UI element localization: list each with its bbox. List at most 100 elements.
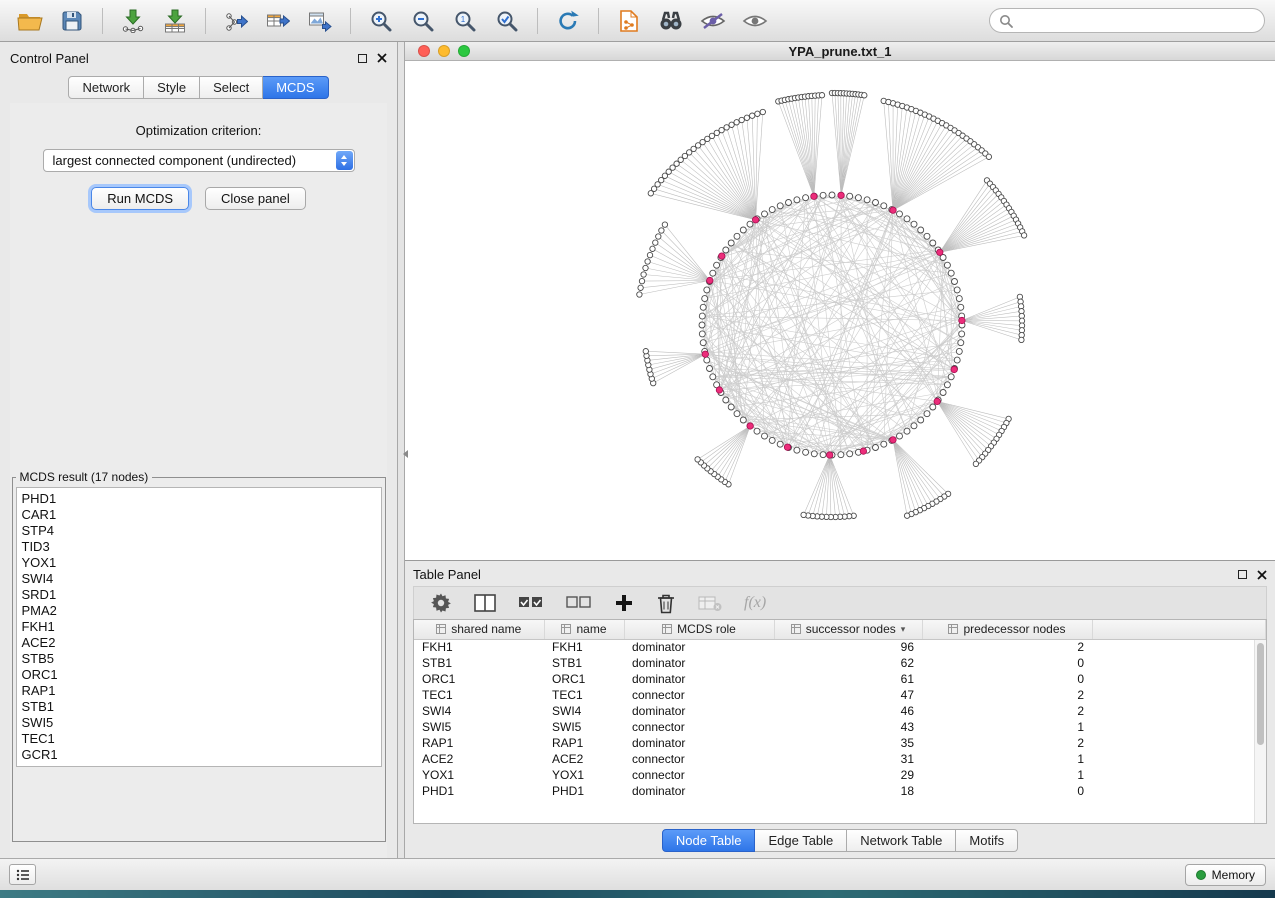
table-cell[interactable]: 47	[774, 687, 922, 703]
select-all-icon[interactable]	[518, 594, 544, 612]
tab-style[interactable]: Style	[144, 76, 200, 99]
table-cell[interactable]: PHD1	[414, 783, 544, 799]
mcds-result-item[interactable]: SWI4	[22, 571, 376, 587]
mcds-result-item[interactable]: CAR1	[22, 507, 376, 523]
table-cell[interactable]: connector	[624, 751, 774, 767]
table-tab-motifs[interactable]: Motifs	[956, 829, 1018, 852]
column-header-shared-name[interactable]: shared name	[414, 620, 544, 639]
run-mcds-button[interactable]: Run MCDS	[91, 187, 189, 210]
mcds-result-item[interactable]: YOX1	[22, 555, 376, 571]
float-panel-icon[interactable]	[358, 54, 367, 63]
table-cell[interactable]: connector	[624, 767, 774, 783]
table-cell[interactable]: 2	[922, 703, 1092, 719]
memory-button[interactable]: Memory	[1185, 864, 1266, 886]
table-scrollbar-thumb[interactable]	[1257, 643, 1264, 745]
table-row[interactable]: ORC1ORC1dominator610	[414, 671, 1266, 687]
table-row[interactable]: RAP1RAP1dominator352	[414, 735, 1266, 751]
table-cell[interactable]: connector	[624, 719, 774, 735]
table-cell[interactable]: 35	[774, 735, 922, 751]
tab-mcds[interactable]: MCDS	[263, 76, 328, 99]
panel-splitter[interactable]	[398, 42, 405, 858]
mcds-result-item[interactable]: TEC1	[22, 731, 376, 747]
table-cell[interactable]: 61	[774, 671, 922, 687]
table-cell[interactable]: 1	[922, 751, 1092, 767]
close-window-icon[interactable]	[418, 45, 430, 57]
mcds-result-item[interactable]: RAP1	[22, 683, 376, 699]
table-tab-network-table[interactable]: Network Table	[847, 829, 956, 852]
table-cell[interactable]: TEC1	[414, 687, 544, 703]
table-cell[interactable]: 2	[922, 639, 1092, 655]
table-cell[interactable]: 31	[774, 751, 922, 767]
column-header-name[interactable]: name	[544, 620, 624, 639]
table-row[interactable]: SWI5SWI5connector431	[414, 719, 1266, 735]
table-cell[interactable]: dominator	[624, 783, 774, 799]
table-cell[interactable]: ACE2	[544, 751, 624, 767]
table-cell[interactable]: 29	[774, 767, 922, 783]
table-cell[interactable]: ORC1	[414, 671, 544, 687]
table-cell[interactable]: dominator	[624, 671, 774, 687]
table-cell[interactable]: YOX1	[414, 767, 544, 783]
delete-column-icon[interactable]	[656, 592, 676, 614]
table-row[interactable]: STB1STB1dominator620	[414, 655, 1266, 671]
mcds-result-list[interactable]: PHD1CAR1STP4TID3YOX1SWI4SRD1PMA2FKH1ACE2…	[16, 487, 382, 767]
table-tab-edge-table[interactable]: Edge Table	[755, 829, 847, 852]
table-cell[interactable]: PHD1	[544, 783, 624, 799]
table-cell[interactable]: dominator	[624, 735, 774, 751]
column-header-MCDS-role[interactable]: MCDS role	[624, 620, 774, 639]
tab-network[interactable]: Network	[68, 76, 144, 99]
mcds-result-item[interactable]: PMA2	[22, 603, 376, 619]
table-cell[interactable]: 96	[774, 639, 922, 655]
table-cell[interactable]: 1	[922, 719, 1092, 735]
close-table-panel-icon[interactable]	[1257, 570, 1267, 580]
table-cell[interactable]: dominator	[624, 703, 774, 719]
table-cell[interactable]: 0	[922, 655, 1092, 671]
table-cell[interactable]: STB1	[544, 655, 624, 671]
column-header-predecessor-nodes[interactable]: predecessor nodes	[922, 620, 1092, 639]
mcds-result-item[interactable]: ORC1	[22, 667, 376, 683]
mcds-result-item[interactable]: SWI5	[22, 715, 376, 731]
table-cell[interactable]: STB1	[414, 655, 544, 671]
export-image-button[interactable]	[300, 4, 340, 38]
mcds-result-item[interactable]: SRD1	[22, 587, 376, 603]
float-table-panel-icon[interactable]	[1238, 570, 1247, 579]
table-cell[interactable]: YOX1	[544, 767, 624, 783]
table-cell[interactable]: 2	[922, 735, 1092, 751]
table-row[interactable]: YOX1YOX1connector291	[414, 767, 1266, 783]
table-cell[interactable]: SWI4	[544, 703, 624, 719]
table-cell[interactable]: dominator	[624, 655, 774, 671]
export-table-button[interactable]	[258, 4, 298, 38]
show-columns-icon[interactable]	[474, 593, 496, 613]
table-row[interactable]: SWI4SWI4dominator462	[414, 703, 1266, 719]
close-panel-icon[interactable]	[377, 53, 387, 63]
table-cell[interactable]: 1	[922, 767, 1092, 783]
share-network-button[interactable]	[609, 4, 649, 38]
table-cell[interactable]: SWI5	[414, 719, 544, 735]
zoom-out-button[interactable]	[403, 4, 443, 38]
table-cell[interactable]: TEC1	[544, 687, 624, 703]
import-network-button[interactable]	[113, 4, 153, 38]
mcds-result-item[interactable]: STP4	[22, 523, 376, 539]
mcds-result-item[interactable]: PHD1	[22, 491, 376, 507]
status-menu-button[interactable]	[9, 864, 36, 885]
mcds-result-item[interactable]: TID3	[22, 539, 376, 555]
table-cell[interactable]: 18	[774, 783, 922, 799]
save-button[interactable]	[52, 4, 92, 38]
tab-select[interactable]: Select	[200, 76, 263, 99]
close-panel-button[interactable]: Close panel	[205, 187, 306, 210]
table-cell[interactable]: ACE2	[414, 751, 544, 767]
refresh-button[interactable]	[548, 4, 588, 38]
table-cell[interactable]: 46	[774, 703, 922, 719]
mcds-result-item[interactable]: ACE2	[22, 635, 376, 651]
table-cell[interactable]: RAP1	[414, 735, 544, 751]
mcds-result-item[interactable]: GCR1	[22, 747, 376, 763]
zoom-actual-button[interactable]: 1	[445, 4, 485, 38]
table-scrollbar[interactable]	[1254, 640, 1266, 823]
table-cell[interactable]: SWI4	[414, 703, 544, 719]
table-row[interactable]: TEC1TEC1connector472	[414, 687, 1266, 703]
open-button[interactable]	[10, 4, 50, 38]
deselect-all-icon[interactable]	[566, 594, 592, 612]
table-cell[interactable]: 0	[922, 671, 1092, 687]
global-search[interactable]	[989, 8, 1265, 33]
search-network-button[interactable]	[651, 4, 691, 38]
table-cell[interactable]: 2	[922, 687, 1092, 703]
